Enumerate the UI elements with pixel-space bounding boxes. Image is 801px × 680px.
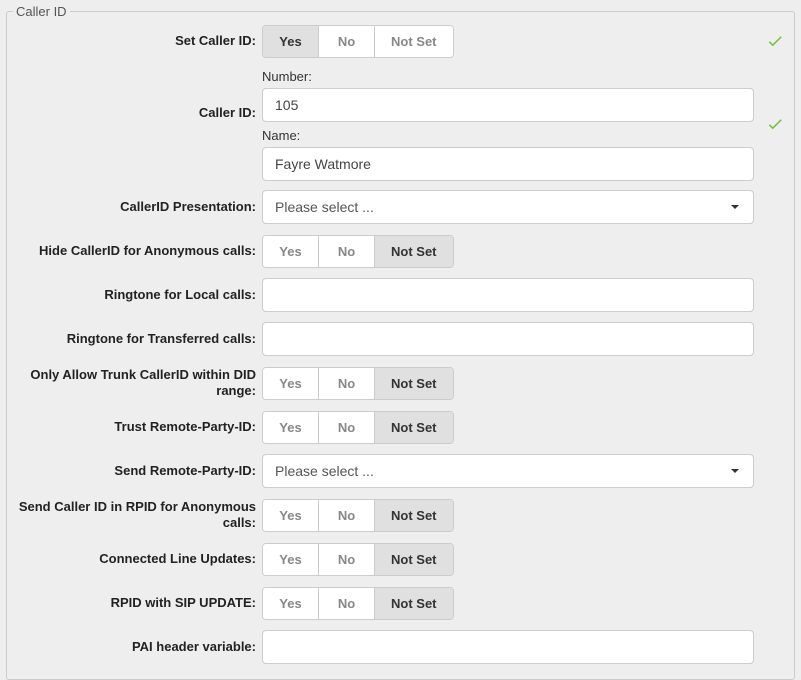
hide-callerid-anonymous-group: Yes No Not Set <box>262 235 454 268</box>
connected-line-updates-yes[interactable]: Yes <box>263 544 319 575</box>
rpid-sip-update-group: Yes No Not Set <box>262 587 454 620</box>
label-connected-line-updates: Connected Line Updates: <box>7 547 262 571</box>
check-icon <box>766 115 784 133</box>
callerid-presentation-value: Please select ... <box>275 199 374 215</box>
label-only-allow-trunk-did: Only Allow Trunk CallerID within DID ran… <box>7 363 262 402</box>
only-allow-trunk-did-yes[interactable]: Yes <box>263 368 319 399</box>
label-ringtone-local: Ringtone for Local calls: <box>7 283 262 307</box>
panel-legend: Caller ID <box>13 4 70 19</box>
send-cid-rpid-anon-no[interactable]: No <box>319 500 375 531</box>
trust-rpid-yes[interactable]: Yes <box>263 412 319 443</box>
caller-id-panel: Caller ID Set Caller ID: Yes No Not Set … <box>6 4 795 680</box>
hide-callerid-anonymous-not-set[interactable]: Not Set <box>375 236 453 267</box>
trust-rpid-group: Yes No Not Set <box>262 411 454 444</box>
hide-callerid-anonymous-no[interactable]: No <box>319 236 375 267</box>
chevron-down-icon <box>731 205 739 209</box>
check-icon <box>766 32 784 50</box>
caller-id-name-input[interactable] <box>262 147 754 181</box>
label-pai-header-variable: PAI header variable: <box>7 635 262 659</box>
rpid-sip-update-not-set[interactable]: Not Set <box>375 588 453 619</box>
ringtone-local-input[interactable] <box>262 278 754 312</box>
row-callerid-presentation: CallerID Presentation: Please select ... <box>7 185 794 229</box>
rpid-sip-update-no[interactable]: No <box>319 588 375 619</box>
ringtone-transferred-input[interactable] <box>262 322 754 356</box>
label-trust-rpid: Trust Remote-Party-ID: <box>7 415 262 439</box>
label-ringtone-transferred: Ringtone for Transferred calls: <box>7 327 262 351</box>
chevron-down-icon <box>731 469 739 473</box>
hide-callerid-anonymous-yes[interactable]: Yes <box>263 236 319 267</box>
label-send-rpid: Send Remote-Party-ID: <box>7 459 262 483</box>
row-ringtone-transferred: Ringtone for Transferred calls: <box>7 317 794 361</box>
only-allow-trunk-did-no[interactable]: No <box>319 368 375 399</box>
label-callerid-presentation: CallerID Presentation: <box>7 195 262 219</box>
row-connected-line-updates: Connected Line Updates: Yes No Not Set <box>7 537 794 581</box>
caller-id-number-label: Number: <box>262 69 754 84</box>
set-caller-id-yes[interactable]: Yes <box>263 26 319 57</box>
row-rpid-sip-update: RPID with SIP UPDATE: Yes No Not Set <box>7 581 794 625</box>
trust-rpid-not-set[interactable]: Not Set <box>375 412 453 443</box>
label-caller-id: Caller ID: <box>7 63 262 125</box>
row-send-cid-rpid-anon: Send Caller ID in RPID for Anonymous cal… <box>7 493 794 537</box>
send-cid-rpid-anon-group: Yes No Not Set <box>262 499 454 532</box>
label-set-caller-id: Set Caller ID: <box>7 29 262 53</box>
only-allow-trunk-did-group: Yes No Not Set <box>262 367 454 400</box>
connected-line-updates-not-set[interactable]: Not Set <box>375 544 453 575</box>
row-only-allow-trunk-did: Only Allow Trunk CallerID within DID ran… <box>7 361 794 405</box>
caller-id-name-label: Name: <box>262 128 754 143</box>
connected-line-updates-no[interactable]: No <box>319 544 375 575</box>
row-ringtone-local: Ringtone for Local calls: <box>7 273 794 317</box>
row-pai-header-variable: PAI header variable: <box>7 625 794 669</box>
row-hide-callerid-anonymous: Hide CallerID for Anonymous calls: Yes N… <box>7 229 794 273</box>
callerid-presentation-select[interactable]: Please select ... <box>262 190 754 224</box>
label-send-cid-rpid-anon: Send Caller ID in RPID for Anonymous cal… <box>7 495 262 534</box>
only-allow-trunk-did-not-set[interactable]: Not Set <box>375 368 453 399</box>
rpid-sip-update-yes[interactable]: Yes <box>263 588 319 619</box>
caller-id-number-input[interactable] <box>262 88 754 122</box>
set-caller-id-no[interactable]: No <box>319 26 375 57</box>
set-caller-id-group: Yes No Not Set <box>262 25 454 58</box>
row-trust-rpid: Trust Remote-Party-ID: Yes No Not Set <box>7 405 794 449</box>
label-hide-callerid-anonymous: Hide CallerID for Anonymous calls: <box>7 239 262 263</box>
row-set-caller-id: Set Caller ID: Yes No Not Set <box>7 19 794 63</box>
trust-rpid-no[interactable]: No <box>319 412 375 443</box>
send-cid-rpid-anon-yes[interactable]: Yes <box>263 500 319 531</box>
label-rpid-sip-update: RPID with SIP UPDATE: <box>7 591 262 615</box>
connected-line-updates-group: Yes No Not Set <box>262 543 454 576</box>
send-rpid-select[interactable]: Please select ... <box>262 454 754 488</box>
set-caller-id-not-set[interactable]: Not Set <box>375 26 453 57</box>
send-cid-rpid-anon-not-set[interactable]: Not Set <box>375 500 453 531</box>
row-caller-id: Caller ID: Number: Name: <box>7 63 794 185</box>
pai-header-variable-input[interactable] <box>262 630 754 664</box>
row-send-rpid: Send Remote-Party-ID: Please select ... <box>7 449 794 493</box>
send-rpid-value: Please select ... <box>275 463 374 479</box>
